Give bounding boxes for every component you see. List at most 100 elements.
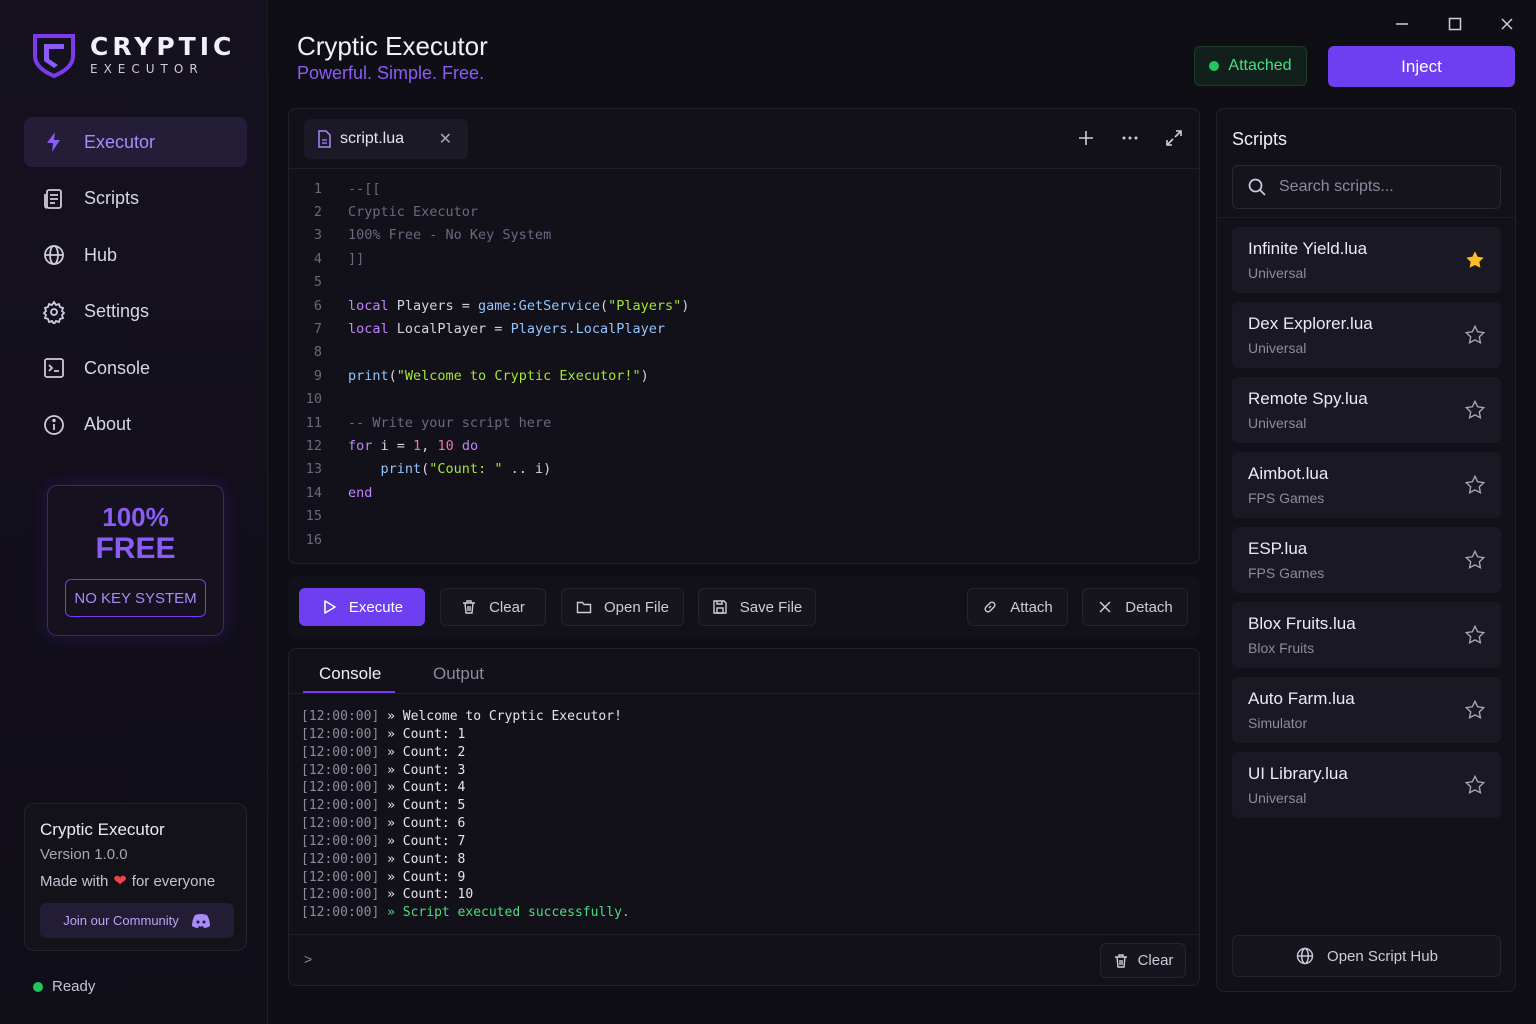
save-file-button[interactable]: Save File: [698, 588, 816, 626]
script-search: [1232, 165, 1501, 209]
status-indicator: Ready: [33, 978, 95, 995]
console-panel: Console Output [12:00:00] » Welcome to C…: [288, 648, 1200, 986]
script-category: Universal: [1248, 265, 1307, 281]
brand-subtitle: EXECUTOR: [90, 62, 204, 76]
heart-icon: ❤: [113, 873, 127, 890]
attach-button[interactable]: Attach: [967, 588, 1068, 626]
log-timestamp: [12:00:00]: [301, 869, 380, 885]
promo-free: FREE: [95, 532, 176, 565]
script-category: Universal: [1248, 415, 1307, 431]
attached-dot-icon: [1209, 61, 1220, 71]
star-outline-icon[interactable]: [1464, 774, 1486, 796]
sidebar-item-about[interactable]: About: [24, 400, 247, 450]
code-area[interactable]: 1 --[[ 2 Cryptic Executor 3 100% Free - No …: [289, 177, 1199, 551]
join-community-button[interactable]: Join our Community: [40, 903, 234, 938]
script-item-dex-explorer[interactable]: Dex Explorer.lua Universal: [1232, 302, 1501, 368]
sidebar-item-label: Console: [84, 357, 151, 378]
no-key-system-button[interactable]: NO KEY SYSTEM: [65, 579, 206, 617]
script-item-aimbot[interactable]: Aimbot.lua FPS Games: [1232, 452, 1501, 518]
sidebar-item-console[interactable]: Console: [24, 343, 247, 393]
open-script-hub-label: Open Script Hub: [1327, 947, 1438, 965]
code-line: 4]]: [289, 247, 1199, 270]
execute-button[interactable]: Execute: [299, 588, 425, 626]
script-item-auto-farm[interactable]: Auto Farm.lua Simulator: [1232, 677, 1501, 743]
lightning-icon: [40, 128, 68, 156]
script-item-blox-fruits[interactable]: Blox Fruits.lua Blox Fruits: [1232, 602, 1501, 668]
log-timestamp: [12:00:00]: [301, 709, 380, 724]
star-outline-icon[interactable]: [1464, 399, 1486, 421]
more-options-icon[interactable]: [1119, 127, 1141, 149]
maximize-icon[interactable]: [1440, 12, 1470, 36]
open-script-hub-button[interactable]: Open Script Hub: [1232, 935, 1501, 977]
trash-icon: [1114, 953, 1127, 968]
code-function: print: [348, 367, 389, 384]
detach-button[interactable]: Detach: [1082, 588, 1188, 626]
log-timestamp: [12:00:00]: [301, 816, 380, 832]
code-function: game:GetService: [478, 297, 600, 314]
made-prefix: Made with: [40, 872, 109, 890]
promo-percent: 100%: [102, 502, 169, 532]
script-item-remote-spy[interactable]: Remote Spy.lua Universal: [1232, 377, 1501, 443]
log-line: [12:00:00] » Count: 6: [301, 816, 630, 834]
open-file-button[interactable]: Open File: [561, 588, 684, 626]
save-file-label: Save File: [739, 598, 803, 616]
line-number: 9: [313, 367, 322, 384]
clear-button[interactable]: Clear: [440, 588, 546, 626]
script-item-infinite-yield[interactable]: Infinite Yield.lua Universal: [1232, 227, 1501, 293]
star-outline-icon[interactable]: [1464, 699, 1486, 721]
tab-output[interactable]: Output: [433, 664, 484, 684]
code-line: 13 print("Count: " .. i): [289, 458, 1199, 481]
console-clear-label: Clear: [1137, 952, 1174, 969]
code-text: (: [388, 367, 397, 384]
sidebar-item-executor[interactable]: Executor: [24, 117, 247, 167]
log-line: [12:00:00] » Script executed successfull…: [301, 905, 630, 923]
scripts-panel: Scripts Infinite Yield.lua Universal Dex…: [1216, 108, 1516, 992]
log-line: [12:00:00] » Count: 7: [301, 834, 630, 852]
star-outline-icon[interactable]: [1464, 474, 1486, 496]
new-tab-icon[interactable]: [1075, 127, 1097, 149]
log-timestamp: [12:00:00]: [301, 780, 380, 796]
brand-title: CRYPTIC: [90, 32, 236, 61]
console-prompt[interactable]: >: [304, 951, 312, 967]
log-message: » Count: 8: [379, 851, 466, 867]
sidebar-item-hub[interactable]: Hub: [24, 230, 247, 280]
inject-button[interactable]: Inject: [1328, 46, 1515, 87]
expand-icon[interactable]: [1163, 127, 1185, 149]
star-outline-icon[interactable]: [1464, 624, 1486, 646]
discord-icon: [191, 913, 210, 928]
detach-label: Detach: [1125, 598, 1173, 616]
log-message: » Count: 5: [379, 798, 466, 814]
save-icon: [713, 600, 727, 614]
attached-status-badge: Attached: [1194, 46, 1307, 86]
editor-actions: [1075, 127, 1185, 149]
code-keyword: for: [348, 437, 373, 454]
sidebar-item-scripts[interactable]: Scripts: [24, 174, 247, 224]
code-text: LocalPlayer =: [388, 321, 511, 338]
star-outline-icon[interactable]: [1464, 324, 1486, 346]
sidebar-item-label: Scripts: [84, 188, 140, 208]
log-message: » Count: 9: [379, 869, 466, 885]
console-tab-bar: Console Output: [289, 649, 1199, 694]
script-name: Dex Explorer.lua: [1248, 314, 1373, 333]
code-line: 16: [289, 528, 1199, 551]
tab-console[interactable]: Console: [319, 664, 381, 684]
tab-script-lua[interactable]: script.lua ✕: [304, 119, 468, 159]
sidebar-item-settings[interactable]: Settings: [24, 287, 247, 337]
code-text: 100% Free - No Key System: [348, 227, 552, 244]
script-category: Simulator: [1248, 715, 1308, 731]
app-window: CRYPTIC EXECUTOR Executor Scripts Hub Se…: [0, 0, 1536, 1024]
search-input[interactable]: [1279, 178, 1479, 196]
log-line: [12:00:00] » Count: 10: [301, 887, 630, 905]
script-item-esp[interactable]: ESP.lua FPS Games: [1232, 527, 1501, 593]
close-icon[interactable]: [1492, 12, 1522, 36]
minimize-icon[interactable]: [1387, 12, 1417, 36]
star-outline-icon[interactable]: [1464, 549, 1486, 571]
script-item-ui-library[interactable]: UI Library.lua Universal: [1232, 752, 1501, 818]
close-tab-icon[interactable]: ✕: [439, 129, 452, 149]
console-clear-button[interactable]: Clear: [1100, 943, 1186, 978]
star-filled-icon[interactable]: [1464, 249, 1486, 271]
log-message: » Count: 1: [379, 726, 466, 742]
file-icon: [318, 130, 331, 148]
